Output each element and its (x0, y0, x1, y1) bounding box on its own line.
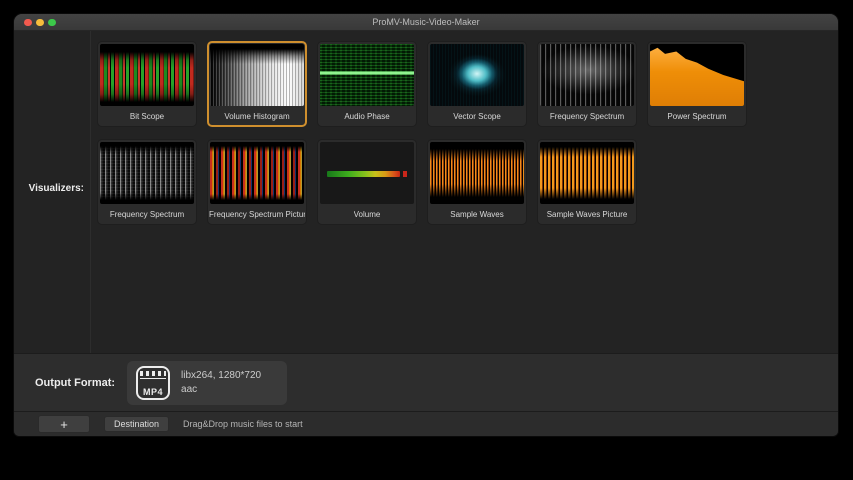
visualizer-label: Sample Waves Picture (547, 210, 628, 219)
volume-bar (327, 171, 400, 177)
visualizer-card-volume[interactable]: Volume (317, 139, 417, 225)
visualizer-label: Frequency Spectrum (110, 210, 184, 219)
mp4-icon-label: MP4 (140, 387, 166, 397)
visualizer-label: Audio Phase (344, 112, 389, 121)
visualizer-grid: Bit Scope Volume Histogram Audio Phase V… (97, 41, 747, 237)
visualizer-card-frequency-spectrum-picture[interactable]: Frequency Spectrum Picture (207, 139, 307, 225)
visualizer-label: Vector Scope (453, 112, 501, 121)
close-button[interactable] (24, 19, 32, 27)
visualizers-section-label: Visualizers: (14, 183, 84, 194)
destination-button[interactable]: Destination (104, 416, 169, 432)
visualizer-card-sample-waves-picture[interactable]: Sample Waves Picture (537, 139, 637, 225)
audio-format-value: aac (181, 384, 261, 396)
visualizer-label: Sample Waves (450, 210, 504, 219)
audio-phase-thumbnail (320, 44, 414, 106)
frequency-spectrum-2-thumbnail (100, 142, 194, 204)
film-strip-icon (140, 370, 166, 379)
visualizer-label: Volume Histogram (224, 112, 289, 121)
plus-icon: + (60, 418, 68, 431)
output-format-details: libx264, 1280*720 aac (181, 370, 261, 396)
drag-drop-hint: Drag&Drop music files to start (183, 419, 303, 429)
visualizer-card-power-spectrum[interactable]: Power Spectrum (647, 41, 747, 127)
power-spectrum-thumbnail (650, 44, 744, 106)
title-bar[interactable]: ProMV-Music-Video-Maker (14, 14, 838, 31)
visualizer-card-vector-scope[interactable]: Vector Scope (427, 41, 527, 127)
video-format-value: libx264, 1280*720 (181, 370, 261, 382)
panel-divider (90, 31, 91, 353)
visualizer-card-frequency-spectrum-2[interactable]: Frequency Spectrum (97, 139, 197, 225)
visualizer-label: Frequency Spectrum (550, 112, 624, 121)
visualizers-panel: Visualizers: Bit Scope Volume Histogram … (14, 31, 838, 353)
frequency-spectrum-thumbnail (540, 44, 634, 106)
bit-scope-thumbnail (100, 44, 194, 106)
sample-waves-thumbnail (430, 142, 524, 204)
visualizer-card-sample-waves[interactable]: Sample Waves (427, 139, 527, 225)
visualizer-label: Bit Scope (130, 112, 164, 121)
window-title: ProMV-Music-Video-Maker (14, 14, 838, 30)
output-format-section: Output Format: MP4 libx264, 1280*720 aac (14, 353, 838, 411)
volume-thumbnail (320, 142, 414, 204)
add-music-button[interactable]: + (38, 415, 90, 433)
visualizer-row-2: Frequency Spectrum Frequency Spectrum Pi… (97, 139, 747, 225)
destination-button-label: Destination (114, 419, 159, 429)
output-format-selector[interactable]: MP4 libx264, 1280*720 aac (127, 361, 287, 405)
visualizer-label: Volume (354, 210, 381, 219)
visualizer-card-audio-phase[interactable]: Audio Phase (317, 41, 417, 127)
power-spectrum-area (650, 44, 744, 106)
visualizer-card-frequency-spectrum[interactable]: Frequency Spectrum (537, 41, 637, 127)
frequency-spectrum-picture-thumbnail (210, 142, 304, 204)
app-window: ProMV-Music-Video-Maker Visualizers: Bit… (14, 14, 838, 436)
visualizer-label: Power Spectrum (667, 112, 726, 121)
minimize-button[interactable] (36, 19, 44, 27)
zoom-button[interactable] (48, 19, 56, 27)
output-format-label: Output Format: (35, 377, 115, 389)
visualizer-card-bit-scope[interactable]: Bit Scope (97, 41, 197, 127)
traffic-lights (24, 19, 56, 27)
bottom-toolbar: + Destination Drag&Drop music files to s… (14, 411, 838, 436)
vector-scope-thumbnail (430, 44, 524, 106)
visualizer-row-1: Bit Scope Volume Histogram Audio Phase V… (97, 41, 747, 127)
visualizer-label: Frequency Spectrum Picture (209, 210, 305, 219)
visualizer-card-volume-histogram[interactable]: Volume Histogram (207, 41, 307, 127)
volume-bar-tip (403, 171, 408, 177)
mp4-icon: MP4 (136, 366, 170, 400)
sample-waves-picture-thumbnail (540, 142, 634, 204)
desktop-background: ProMV-Music-Video-Maker Visualizers: Bit… (0, 0, 853, 480)
volume-histogram-thumbnail (210, 44, 304, 106)
